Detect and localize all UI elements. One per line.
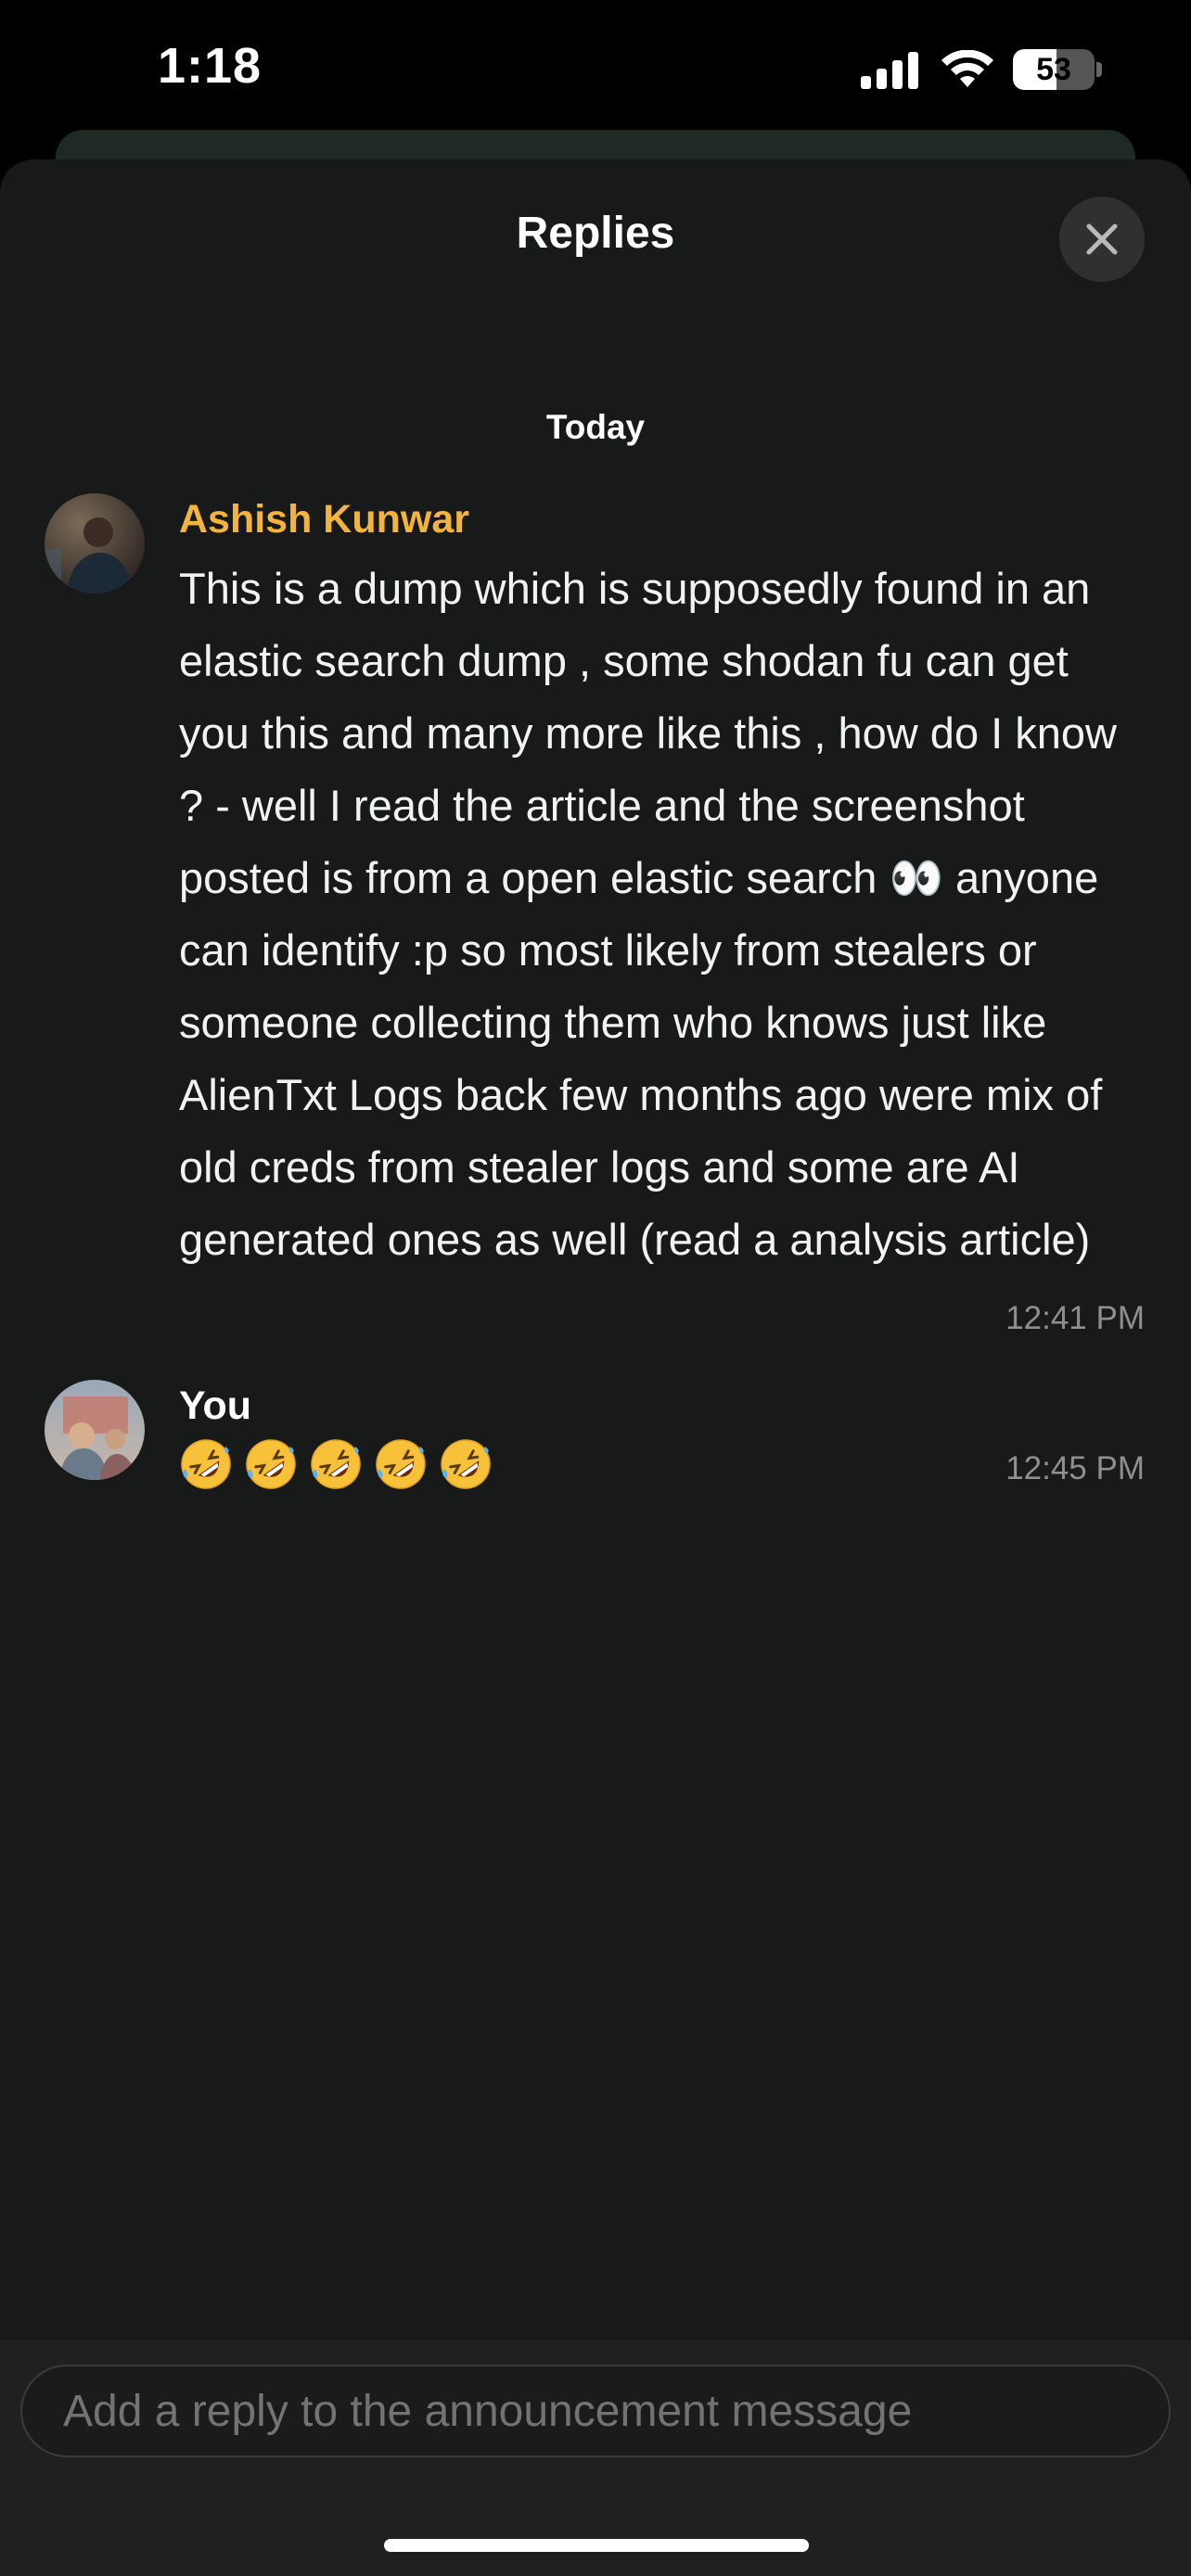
avatar[interactable] xyxy=(45,493,145,593)
status-icons: 53 xyxy=(861,46,1102,93)
rofl-emoji xyxy=(246,1439,296,1489)
close-icon xyxy=(1086,223,1118,255)
rofl-emoji xyxy=(181,1439,231,1489)
message-timestamp: 12:41 PM xyxy=(1005,1300,1145,1336)
rofl-emoji xyxy=(441,1439,491,1489)
rofl-emoji xyxy=(376,1439,426,1489)
sheet-title: Replies xyxy=(516,209,675,258)
replies-sheet: Replies Today Ashish Kunwar This is a du… xyxy=(0,159,1191,2576)
battery-body: 53 xyxy=(1013,49,1095,90)
message-text: This is a dump which is supposedly found… xyxy=(179,564,1117,1264)
close-button[interactable] xyxy=(1059,197,1145,282)
wifi-icon xyxy=(941,50,993,87)
sender-name[interactable]: You xyxy=(179,1384,251,1429)
status-bar: 1:18 53 xyxy=(0,0,1191,139)
rofl-emoji xyxy=(311,1439,361,1489)
signal-icon xyxy=(861,52,918,89)
avatar[interactable] xyxy=(45,1380,145,1480)
message-timestamp: 12:45 PM xyxy=(1005,1450,1145,1486)
status-time: 1:18 xyxy=(158,38,263,94)
screen: 1:18 53 Replies Today Ashish Kunwar This… xyxy=(0,0,1191,2576)
reply-input[interactable] xyxy=(20,2365,1171,2457)
emoji-row xyxy=(179,1437,493,1491)
date-separator: Today xyxy=(545,408,646,446)
sender-name[interactable]: Ashish Kunwar xyxy=(179,497,469,542)
home-indicator[interactable] xyxy=(384,2539,809,2552)
battery-level: 53 xyxy=(1036,51,1071,87)
battery-nub xyxy=(1096,62,1102,77)
battery-icon: 53 xyxy=(1013,49,1102,90)
